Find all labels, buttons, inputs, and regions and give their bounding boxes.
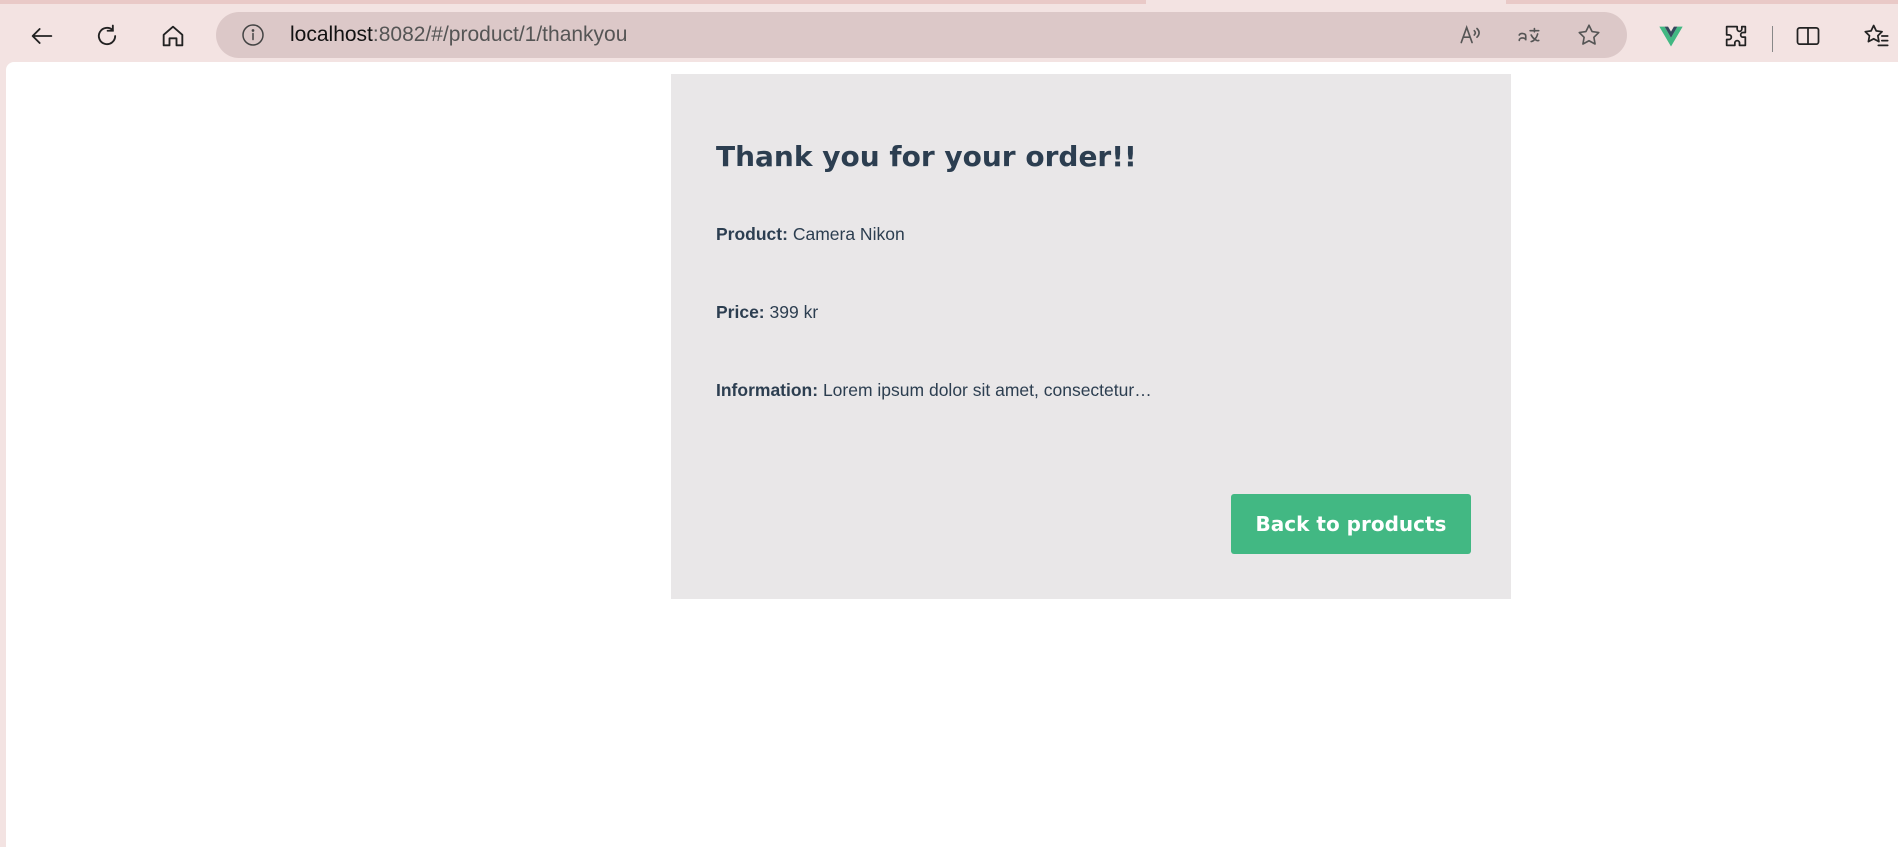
order-confirmation-card: Thank you for your order!! Product: Came… (671, 74, 1511, 599)
translate-icon[interactable] (1514, 20, 1544, 50)
favorites-icon[interactable] (1856, 16, 1896, 56)
back-icon[interactable] (22, 16, 62, 56)
product-field: Product: Camera Nikon (716, 224, 905, 245)
product-value: Camera Nikon (792, 224, 905, 244)
extensions-icon[interactable] (1716, 16, 1756, 56)
favorite-star-icon[interactable] (1574, 20, 1604, 50)
url-host: localhost (290, 23, 373, 46)
vue-devtools-icon[interactable] (1651, 16, 1691, 56)
read-aloud-icon[interactable] (1456, 20, 1486, 50)
product-label: Product: (716, 224, 788, 244)
toolbar-separator (1772, 26, 1773, 52)
price-field: Price: 399 kr (716, 302, 818, 323)
price-label: Price: (716, 302, 765, 322)
page-title: Thank you for your order!! (716, 140, 1137, 173)
information-value: Lorem ipsum dolor sit amet, consectetur… (822, 380, 1152, 400)
refresh-icon[interactable] (87, 16, 127, 56)
page-content: Thank you for your order!! Product: Came… (6, 62, 1898, 847)
info-icon[interactable] (240, 22, 266, 48)
browser-toolbar: localhost:8082/#/product/1/thankyou (0, 4, 1898, 62)
url-text[interactable]: localhost:8082/#/product/1/thankyou (290, 23, 627, 47)
price-value: 399 kr (769, 302, 819, 322)
information-field: Information: Lorem ipsum dolor sit amet,… (716, 380, 1152, 401)
information-label: Information: (716, 380, 819, 400)
back-to-products-button[interactable]: Back to products (1231, 494, 1471, 554)
home-icon[interactable] (153, 16, 193, 56)
address-bar[interactable]: localhost:8082/#/product/1/thankyou (216, 12, 1627, 58)
url-path: :8082/#/product/1/thankyou (372, 23, 628, 46)
split-screen-icon[interactable] (1788, 16, 1828, 56)
